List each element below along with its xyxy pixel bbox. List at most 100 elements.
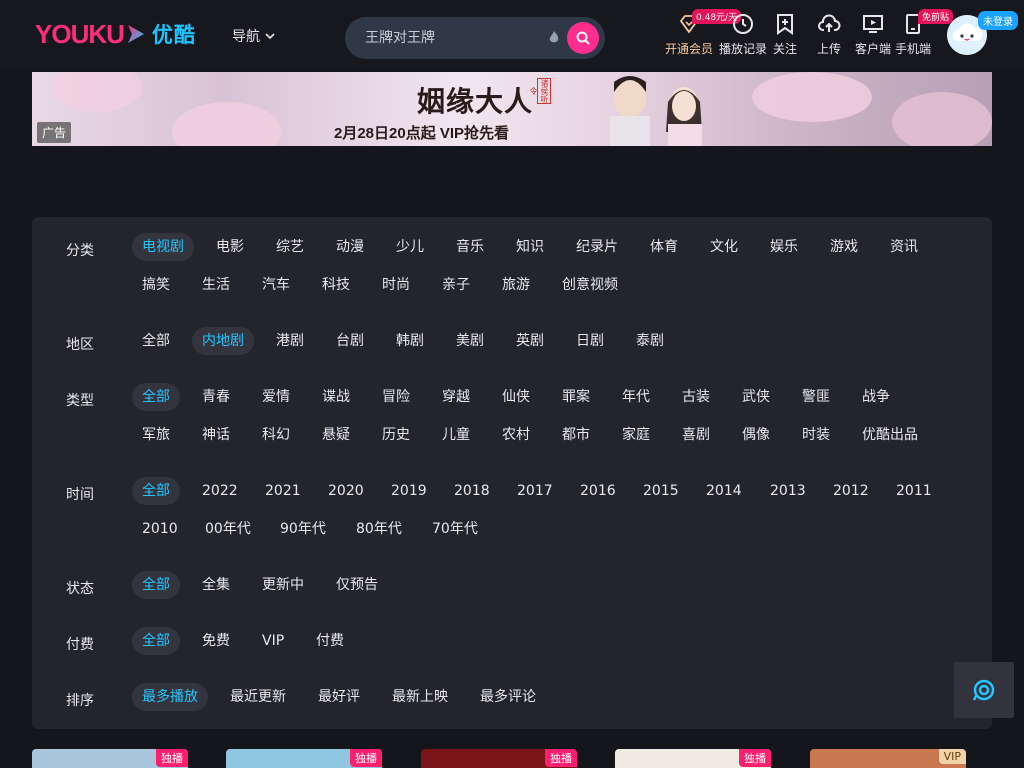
filter-option[interactable]: 日剧 <box>566 327 614 355</box>
filter-option[interactable]: 优酷出品 <box>852 421 928 449</box>
filter-option[interactable]: 2014 <box>696 477 752 505</box>
filter-option[interactable]: 军旅 <box>132 421 180 449</box>
customer-service-button[interactable] <box>954 662 1014 718</box>
filter-option[interactable]: 少儿 <box>386 233 434 261</box>
filter-option[interactable]: 电影 <box>206 233 254 261</box>
filter-option[interactable]: 台剧 <box>326 327 374 355</box>
filter-option[interactable]: 武侠 <box>732 383 780 411</box>
filter-option[interactable]: 泰剧 <box>626 327 674 355</box>
filter-option[interactable]: 全部 <box>132 383 180 411</box>
filter-option[interactable]: 知识 <box>506 233 554 261</box>
filter-option[interactable]: 战争 <box>852 383 900 411</box>
filter-option[interactable]: 2018 <box>444 477 500 505</box>
filter-option[interactable]: 2019 <box>381 477 437 505</box>
filter-option[interactable]: 爱情 <box>252 383 300 411</box>
filter-option[interactable]: 资讯 <box>880 233 928 261</box>
filter-option[interactable]: 全部 <box>132 571 180 599</box>
filter-option[interactable]: 2022 <box>192 477 248 505</box>
filter-option[interactable]: 仙侠 <box>492 383 540 411</box>
filter-option[interactable]: 纪录片 <box>566 233 628 261</box>
filter-option[interactable]: 2015 <box>633 477 689 505</box>
filter-option[interactable]: 时尚 <box>372 271 420 299</box>
video-card[interactable]: 独播 <box>421 749 577 768</box>
filter-option[interactable]: 最新上映 <box>382 683 458 711</box>
follow-button[interactable]: 关注 <box>773 12 797 57</box>
filter-option[interactable]: 谍战 <box>312 383 360 411</box>
filter-option[interactable]: 年代 <box>612 383 660 411</box>
filter-option[interactable]: 农村 <box>492 421 540 449</box>
filter-option[interactable]: 科幻 <box>252 421 300 449</box>
filter-option[interactable]: 付费 <box>306 627 354 655</box>
filter-option[interactable]: 全部 <box>132 627 180 655</box>
filter-option[interactable]: 更新中 <box>252 571 314 599</box>
filter-option[interactable]: 游戏 <box>820 233 868 261</box>
filter-option[interactable]: 2020 <box>318 477 374 505</box>
filter-option[interactable]: 综艺 <box>266 233 314 261</box>
filter-option[interactable]: 2017 <box>507 477 563 505</box>
video-card[interactable]: 独播 <box>615 749 771 768</box>
filter-option[interactable]: 儿童 <box>432 421 480 449</box>
filter-option[interactable]: 英剧 <box>506 327 554 355</box>
filter-option[interactable]: 全集 <box>192 571 240 599</box>
filter-option[interactable]: 古装 <box>672 383 720 411</box>
filter-option[interactable]: 警匪 <box>792 383 840 411</box>
filter-option[interactable]: 2010 <box>132 515 188 543</box>
filter-option[interactable]: 娱乐 <box>760 233 808 261</box>
filter-option[interactable]: 00年代 <box>195 515 261 543</box>
filter-option[interactable]: 穿越 <box>432 383 480 411</box>
filter-option[interactable]: 体育 <box>640 233 688 261</box>
filter-option[interactable]: 创意视频 <box>552 271 628 299</box>
filter-option[interactable]: 冒险 <box>372 383 420 411</box>
filter-option[interactable]: 70年代 <box>422 515 488 543</box>
filter-option[interactable]: 电视剧 <box>132 233 194 261</box>
search-input[interactable] <box>345 30 535 46</box>
filter-option[interactable]: 家庭 <box>612 421 660 449</box>
filter-option[interactable]: 动漫 <box>326 233 374 261</box>
filter-option[interactable]: 最多评论 <box>470 683 546 711</box>
filter-option[interactable]: 文化 <box>700 233 748 261</box>
filter-option[interactable]: 旅游 <box>492 271 540 299</box>
filter-option[interactable]: 悬疑 <box>312 421 360 449</box>
video-card[interactable]: VIP <box>810 749 966 768</box>
nav-dropdown[interactable]: 导航 <box>232 26 276 46</box>
filter-option[interactable]: 2013 <box>760 477 816 505</box>
filter-option[interactable]: 2012 <box>823 477 879 505</box>
login-status-badge[interactable]: 未登录 <box>978 11 1018 30</box>
filter-option[interactable]: 音乐 <box>446 233 494 261</box>
filter-option[interactable]: 2011 <box>886 477 942 505</box>
filter-option[interactable]: 最近更新 <box>220 683 296 711</box>
filter-option[interactable]: 90年代 <box>270 515 336 543</box>
video-card[interactable]: 独播 <box>226 749 382 768</box>
search-button[interactable] <box>567 22 599 54</box>
filter-option[interactable]: 都市 <box>552 421 600 449</box>
filter-option[interactable]: 港剧 <box>266 327 314 355</box>
ad-banner[interactable]: 姻缘大人 诸侯听令 2月28日20点起 VIP抢先看 广告 <box>32 72 992 146</box>
video-card[interactable]: 独播 <box>32 749 188 768</box>
filter-option[interactable]: 全部 <box>132 327 180 355</box>
filter-option[interactable]: 2016 <box>570 477 626 505</box>
filter-option[interactable]: 韩剧 <box>386 327 434 355</box>
filter-option[interactable]: 生活 <box>192 271 240 299</box>
filter-option[interactable]: 历史 <box>372 421 420 449</box>
filter-option[interactable]: 80年代 <box>346 515 412 543</box>
filter-option[interactable]: 内地剧 <box>192 327 254 355</box>
filter-option[interactable]: 科技 <box>312 271 360 299</box>
filter-option[interactable]: 亲子 <box>432 271 480 299</box>
filter-option[interactable]: 最多播放 <box>132 683 208 711</box>
filter-option[interactable]: 搞笑 <box>132 271 180 299</box>
filter-option[interactable]: 神话 <box>192 421 240 449</box>
desktop-client-button[interactable]: 客户端 <box>855 12 891 57</box>
youku-logo[interactable]: YOUKU 优酷 <box>35 19 196 49</box>
filter-option[interactable]: 最好评 <box>308 683 370 711</box>
history-button[interactable]: 播放记录 <box>719 12 767 57</box>
filter-option[interactable]: 美剧 <box>446 327 494 355</box>
filter-option[interactable]: 罪案 <box>552 383 600 411</box>
filter-option[interactable]: 2021 <box>255 477 311 505</box>
filter-option[interactable]: 仅预告 <box>326 571 388 599</box>
filter-option[interactable]: 时装 <box>792 421 840 449</box>
filter-option[interactable]: VIP <box>252 627 294 655</box>
filter-option[interactable]: 喜剧 <box>672 421 720 449</box>
filter-option[interactable]: 全部 <box>132 477 180 505</box>
filter-option[interactable]: 免费 <box>192 627 240 655</box>
upload-button[interactable]: 上传 <box>817 12 841 57</box>
